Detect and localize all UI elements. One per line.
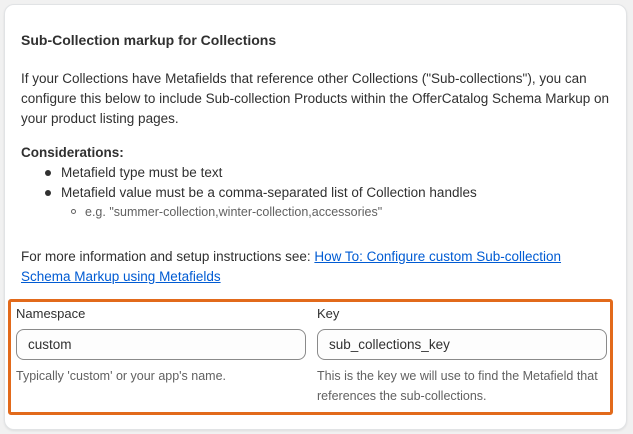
namespace-input[interactable] [16, 329, 306, 360]
bullet-icon [45, 190, 51, 196]
intro-text: If your Collections have Metafields that… [21, 71, 610, 126]
namespace-label: Namespace [16, 306, 86, 321]
considerations-list: Metafield type must be text Metafield va… [21, 163, 477, 203]
bullet-icon [45, 170, 51, 176]
circle-bullet-icon [71, 209, 76, 214]
list-item-text: Metafield value must be a comma-separate… [61, 185, 477, 200]
more-info-text: For more information and setup instructi… [21, 247, 611, 287]
key-input[interactable] [317, 329, 607, 360]
card-title: Sub-Collection markup for Collections [21, 32, 277, 48]
more-info-prefix: For more information and setup instructi… [21, 249, 315, 264]
list-item: Metafield type must be text [21, 163, 477, 183]
key-help-text: This is the key we will use to find the … [317, 369, 598, 403]
key-label: Key [317, 306, 340, 321]
example-text: e.g. "summer-collection,winter-collectio… [85, 205, 383, 219]
namespace-help-text: Typically 'custom' or your app's name. [16, 369, 227, 383]
example-item: e.g. "summer-collection,winter-collectio… [61, 203, 382, 221]
list-item-text: Metafield type must be text [61, 165, 223, 180]
namespace-field-group: Namespace Typically 'custom' or your app… [16, 305, 306, 386]
list-item: Metafield value must be a comma-separate… [21, 183, 477, 203]
key-field-group: Key This is the key we will use to find … [317, 305, 607, 406]
considerations-heading: Considerations: [21, 145, 124, 160]
